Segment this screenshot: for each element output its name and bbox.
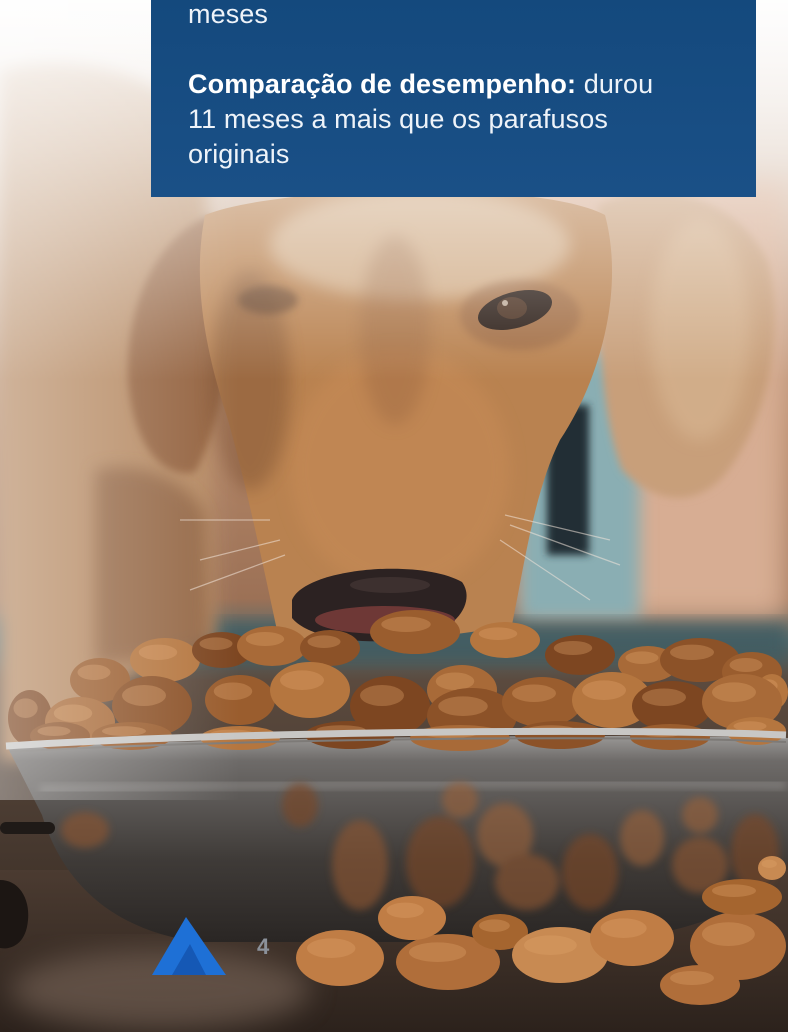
kibble-highlight	[729, 658, 763, 672]
kibble-reflection	[282, 783, 318, 827]
kibble-reflection	[442, 782, 478, 818]
kibble	[470, 622, 540, 658]
previous-paragraph-tail: meses	[188, 0, 269, 29]
kibble	[270, 662, 350, 718]
kibble	[300, 630, 360, 666]
spilled-kibble-piece-highlight	[670, 971, 714, 985]
brochure-page: meses Comparação de desempenho: durou 11…	[0, 0, 788, 1032]
spilled-kibble-piece	[660, 965, 740, 1005]
kibble-highlight	[478, 627, 518, 640]
kibble-reflection	[61, 812, 109, 848]
kibble-highlight	[245, 632, 285, 646]
kibble	[630, 724, 710, 750]
kibble-highlight	[670, 644, 714, 660]
kibble-highlight	[582, 680, 626, 700]
kibble-highlight	[712, 682, 756, 702]
spilled-kibble-piece-highlight	[479, 919, 510, 932]
kibble-highlight	[307, 635, 341, 648]
kibble	[502, 677, 582, 727]
spilled-kibble-piece	[296, 930, 384, 986]
kibble-reflection	[495, 854, 559, 910]
kibble-reflection	[406, 816, 474, 908]
page-number: 4	[257, 934, 270, 959]
kibble	[545, 635, 615, 675]
spilled-kibble-piece	[378, 896, 446, 940]
kibble-reflection	[562, 834, 618, 910]
kibble	[370, 610, 460, 654]
kibble-highlight	[435, 672, 475, 690]
kibble	[237, 626, 307, 666]
kibble-highlight	[512, 684, 556, 702]
kibble-reflection	[332, 820, 388, 910]
dog-nose-sheen	[350, 577, 430, 593]
spilled-kibble-piece	[590, 910, 674, 966]
spilled-kibble-piece-highlight	[409, 942, 467, 962]
kibble-highlight	[381, 616, 431, 632]
kibble-highlight	[733, 721, 767, 731]
brand-logo-icon	[152, 917, 226, 975]
spilled-kibble-piece-highlight	[524, 935, 577, 955]
performance-callout: meses Comparação de desempenho: durou 11…	[151, 0, 756, 197]
spilled-kibble-piece-highlight	[386, 902, 424, 918]
spilled-kibble-piece-highlight	[702, 922, 755, 946]
floor-shadow	[0, 822, 55, 834]
spilled-kibble-piece-highlight	[307, 938, 356, 958]
kibble-reflection	[620, 810, 664, 866]
spilled-kibble-piece	[702, 879, 782, 915]
kibble-highlight	[280, 670, 324, 690]
spilled-kibble-piece-highlight	[712, 884, 756, 897]
kibble-highlight	[642, 688, 686, 706]
kibble-highlight	[360, 685, 404, 706]
spilled-kibble-piece	[758, 856, 786, 880]
comparison-label: Comparação de desempenho:	[188, 69, 577, 99]
kibble	[515, 721, 605, 749]
kibble-highlight	[553, 641, 593, 655]
spilled-kibble-piece-highlight	[600, 918, 647, 938]
kibble	[632, 681, 712, 731]
kibble-highlight	[625, 651, 659, 664]
kibble-reflection	[682, 797, 718, 833]
kibble-highlight	[438, 696, 488, 716]
performance-comparison: Comparação de desempenho: durou 11 meses…	[188, 67, 668, 172]
spilled-kibble-piece-highlight	[761, 859, 777, 868]
